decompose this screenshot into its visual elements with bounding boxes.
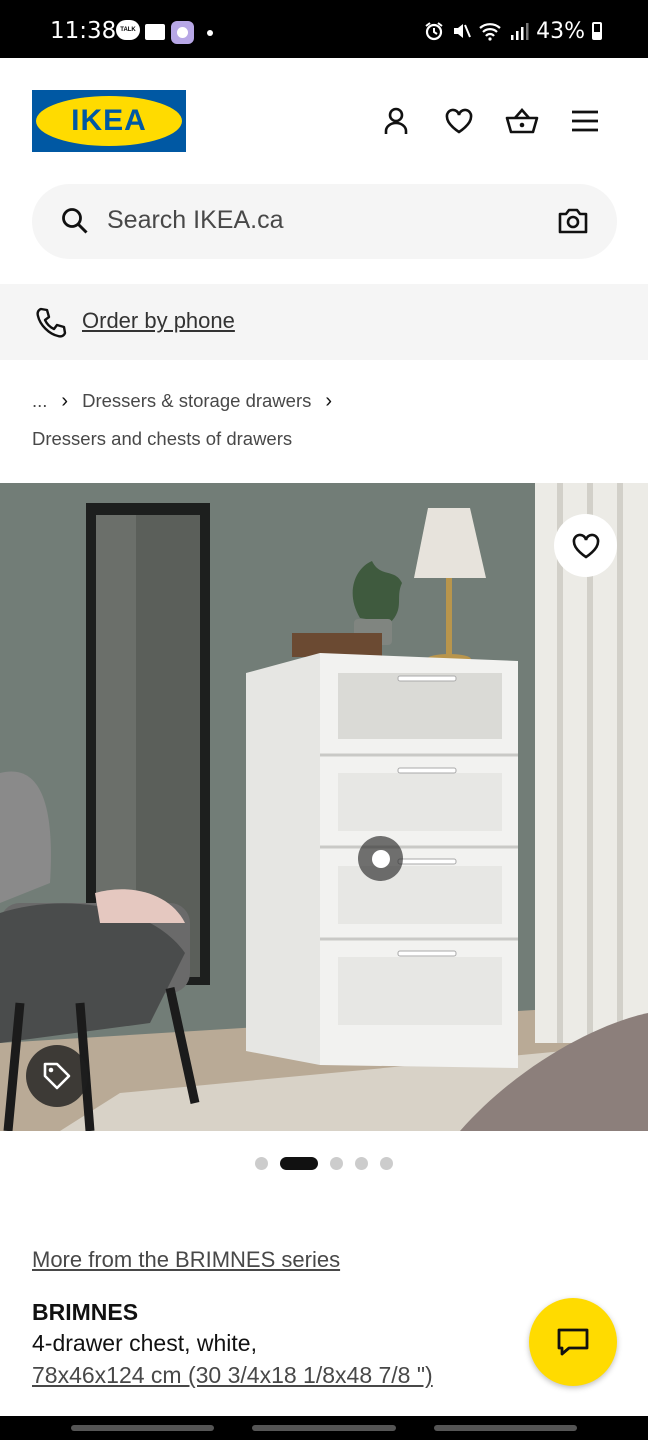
nav-recents-handle[interactable]	[71, 1425, 214, 1431]
order-by-phone-bar: Order by phone	[0, 284, 648, 360]
carousel-dot[interactable]	[330, 1156, 343, 1170]
add-to-favourites-button[interactable]	[554, 514, 617, 577]
basket-icon	[505, 108, 539, 134]
menu-icon	[572, 110, 598, 132]
system-navigation-bar	[0, 1416, 648, 1440]
menu-button[interactable]	[566, 102, 604, 140]
signal-icon	[511, 23, 529, 40]
wishlist-button[interactable]	[440, 102, 478, 140]
battery-percent: 43%	[536, 18, 585, 44]
nav-home-handle[interactable]	[252, 1425, 396, 1431]
product-name: BRIMNES	[32, 1299, 139, 1325]
chat-button[interactable]	[529, 1298, 617, 1386]
order-by-phone-link[interactable]: Order by phone	[82, 308, 235, 334]
logo-oval: IKEA	[36, 96, 182, 146]
breadcrumb-item-dressers-storage[interactable]: Dressers & storage drawers	[82, 382, 311, 420]
product-hotspot[interactable]	[358, 836, 403, 881]
product-size-link[interactable]: 78x46x124 cm (30 3/4x18 1/8x48 7/8 ")	[32, 1362, 433, 1389]
phone-icon	[36, 307, 67, 338]
account-icon	[384, 107, 408, 134]
breadcrumb-chevron-icon: ›	[61, 390, 69, 412]
more-notifications-dot-icon	[207, 30, 213, 36]
product-tags-button[interactable]	[26, 1045, 88, 1107]
ikea-logo[interactable]: IKEA	[32, 90, 186, 152]
search-icon	[62, 208, 88, 234]
product-photo-illustration	[0, 483, 648, 1131]
breadcrumb-item-dressers-chests[interactable]: Dressers and chests of drawers	[32, 420, 292, 458]
heart-icon	[572, 533, 599, 559]
wishlist-heart-icon	[445, 108, 473, 134]
image-carousel-dots	[0, 1156, 648, 1170]
status-bar: 11:38 TALK 43%	[0, 0, 648, 58]
nav-back-handle[interactable]	[434, 1425, 577, 1431]
price-tag-icon	[43, 1062, 71, 1090]
status-time: 11:38	[50, 18, 117, 44]
account-button[interactable]	[377, 102, 415, 140]
product-description: 4-drawer chest, white,	[32, 1330, 257, 1356]
carousel-dot[interactable]	[380, 1156, 393, 1170]
carousel-dot-active[interactable]	[280, 1156, 318, 1170]
wifi-icon	[479, 23, 501, 41]
alarm-icon	[425, 22, 443, 41]
status-right-icons: 43%	[424, 16, 602, 46]
product-image[interactable]	[0, 483, 648, 1131]
site-header: IKEA	[0, 58, 648, 182]
logo-text: IKEA	[71, 104, 147, 137]
breadcrumb-chevron-icon: ›	[325, 390, 333, 412]
series-link[interactable]: More from the BRIMNES series	[32, 1247, 340, 1273]
folder-notification-icon	[145, 24, 165, 40]
basket-button[interactable]	[503, 102, 541, 140]
app-notification-icon	[171, 21, 194, 44]
search-bar[interactable]: Search IKEA.ca	[32, 184, 617, 259]
search-input[interactable]: Search IKEA.ca	[107, 206, 283, 235]
carousel-dot[interactable]	[255, 1156, 268, 1170]
mute-icon	[454, 24, 472, 38]
chat-icon	[557, 1328, 589, 1356]
carousel-dot[interactable]	[355, 1156, 368, 1170]
battery-icon	[592, 22, 602, 40]
kakaotalk-notification-icon: TALK	[116, 20, 140, 40]
breadcrumb-ellipsis[interactable]: ...	[32, 382, 47, 420]
breadcrumb: ... › Dressers & storage drawers › Dress…	[32, 382, 622, 458]
camera-search-icon[interactable]	[557, 206, 589, 236]
